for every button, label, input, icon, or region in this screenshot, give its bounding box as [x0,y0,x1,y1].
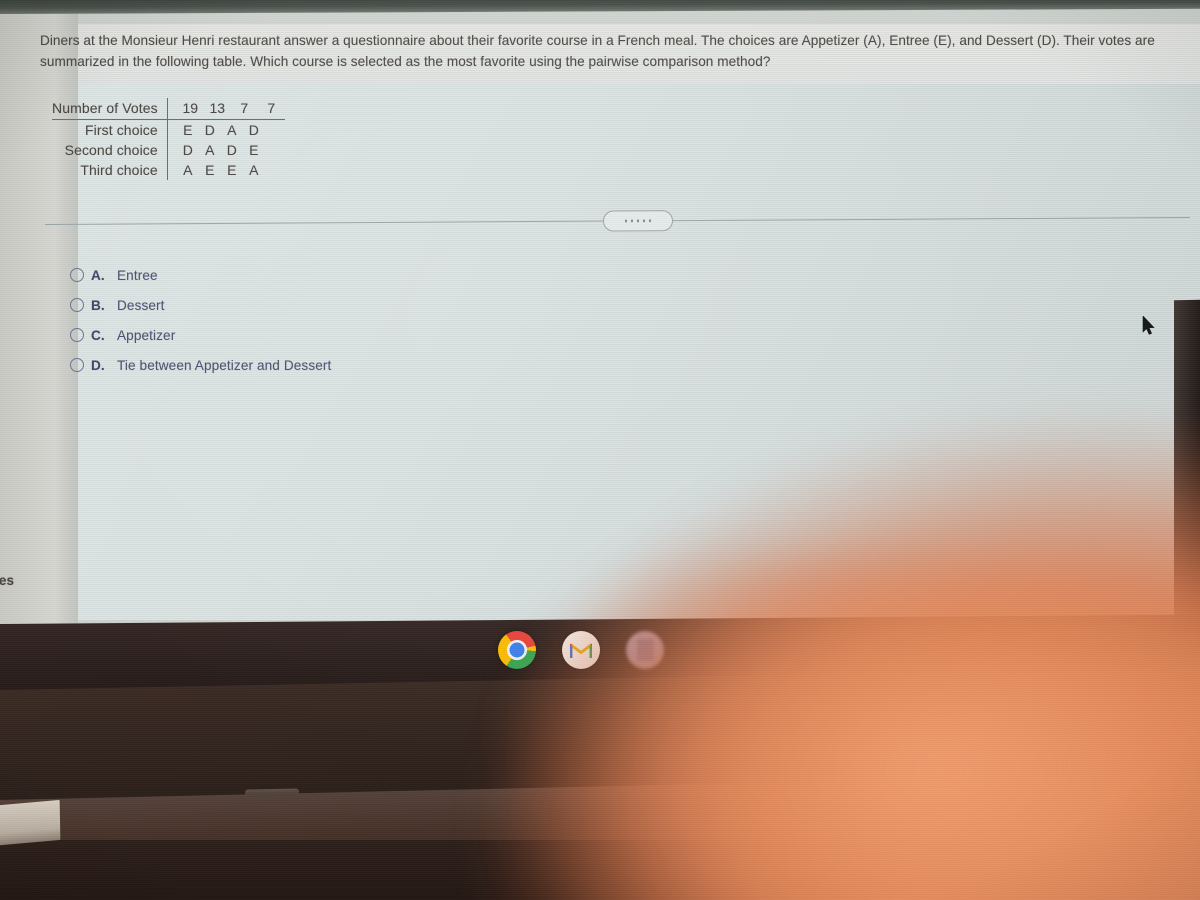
choice-letter-c: C. [91,327,105,343]
answer-choices-group: A. Entree B. Dessert C. Appetizer D. Tie… [70,260,331,380]
chrome-icon[interactable] [498,631,536,669]
cell-second-3: D [226,142,237,158]
radio-button-icon[interactable] [70,268,84,282]
cell-votes-4: 7 [267,100,276,116]
cell-third-4: A [249,162,259,178]
table-row-votes: Number of Votes 19 13 7 7 [52,98,285,119]
cell-first-3: A [227,122,237,138]
row-cells-second-choice: DADE [167,140,285,160]
radio-button-icon[interactable] [70,328,84,342]
cell-third-2: E [205,162,215,178]
choice-text-b: Dessert [117,297,165,313]
taskbar-shelf [498,631,664,669]
answer-choice-a[interactable]: A. Entree [70,260,331,290]
choice-text-a: Entree [117,267,158,283]
cell-second-1: D [182,142,193,158]
app-icon[interactable] [626,631,664,669]
desk-foreground [0,840,1200,900]
gmail-icon[interactable] [562,631,600,669]
table-row-first-choice: First choice EDAD [52,119,285,140]
cell-third-3: E [227,162,237,178]
row-cells-votes: 19 13 7 7 [167,98,285,119]
row-label-second-choice: Second choice [64,142,158,158]
row-cells-first-choice: EDAD [167,119,285,140]
choice-letter-d: D. [91,357,105,373]
ellipsis-dot-icon [649,219,652,222]
ellipsis-dot-icon [636,219,640,222]
table-row-second-choice: Second choice DADE [52,140,285,160]
radio-button-icon[interactable] [70,358,84,372]
choice-text-d: Tie between Appetizer and Dessert [117,357,332,373]
sidebar-item-2[interactable]: ss [0,438,74,453]
answer-choice-d[interactable]: D. Tie between Appetizer and Dessert [70,350,331,380]
ellipsis-dot-icon [624,219,627,223]
paper-edge [0,799,61,847]
ellipsis-dot-icon [630,219,633,223]
row-cells-third-choice: AEEA [167,160,285,180]
answer-choice-b[interactable]: B. Dessert [70,290,331,320]
ellipsis-dot-icon [643,219,646,222]
radio-button-icon[interactable] [70,298,84,312]
monitor-right-bezel [1174,299,1200,631]
row-label-first-choice: First choice [85,122,158,138]
cell-votes-1: 19 [182,100,199,116]
preference-schedule-table: Number of Votes 19 13 7 7 First choice EDAD… [52,98,285,180]
choice-text-c: Appetizer [117,327,176,343]
sidebar-item-resources[interactable]: esources [0,573,74,588]
row-label-votes: Number of Votes [52,100,158,116]
more-options-pill-button[interactable] [602,210,674,232]
document-glyph-icon [637,639,654,661]
question-text: Diners at the Monsieur Henri restaurant … [40,33,1155,69]
choice-letter-b: B. [91,297,105,313]
cell-first-4: D [248,122,259,138]
gmail-envelope-glyph [570,643,592,658]
sidebar-item-1[interactable]: s [0,340,74,355]
choice-letter-a: A. [91,267,105,283]
laptop-hinge-vent [245,788,299,797]
cell-first-1: E [183,122,193,138]
cell-votes-2: 13 [209,100,226,116]
mouse-cursor-icon [1142,315,1156,336]
sidebar-item-library[interactable]: orary [0,483,74,498]
sidebar-item-progress[interactable]: ess [0,529,74,544]
photo-scene: s ss orary ess esources otions Diners at… [0,0,1200,900]
table-row-third-choice: Third choice AEEA [52,160,285,180]
cell-votes-3: 7 [240,100,249,116]
cell-third-1: A [183,162,193,178]
row-label-third-choice: Third choice [80,162,158,178]
cell-first-2: D [204,122,215,138]
cell-second-2: A [205,142,215,158]
cell-second-4: E [249,142,259,158]
laptop-screen: s ss orary ess esources otions Diners at… [0,1,1200,631]
answer-choice-c[interactable]: C. Appetizer [70,320,331,350]
